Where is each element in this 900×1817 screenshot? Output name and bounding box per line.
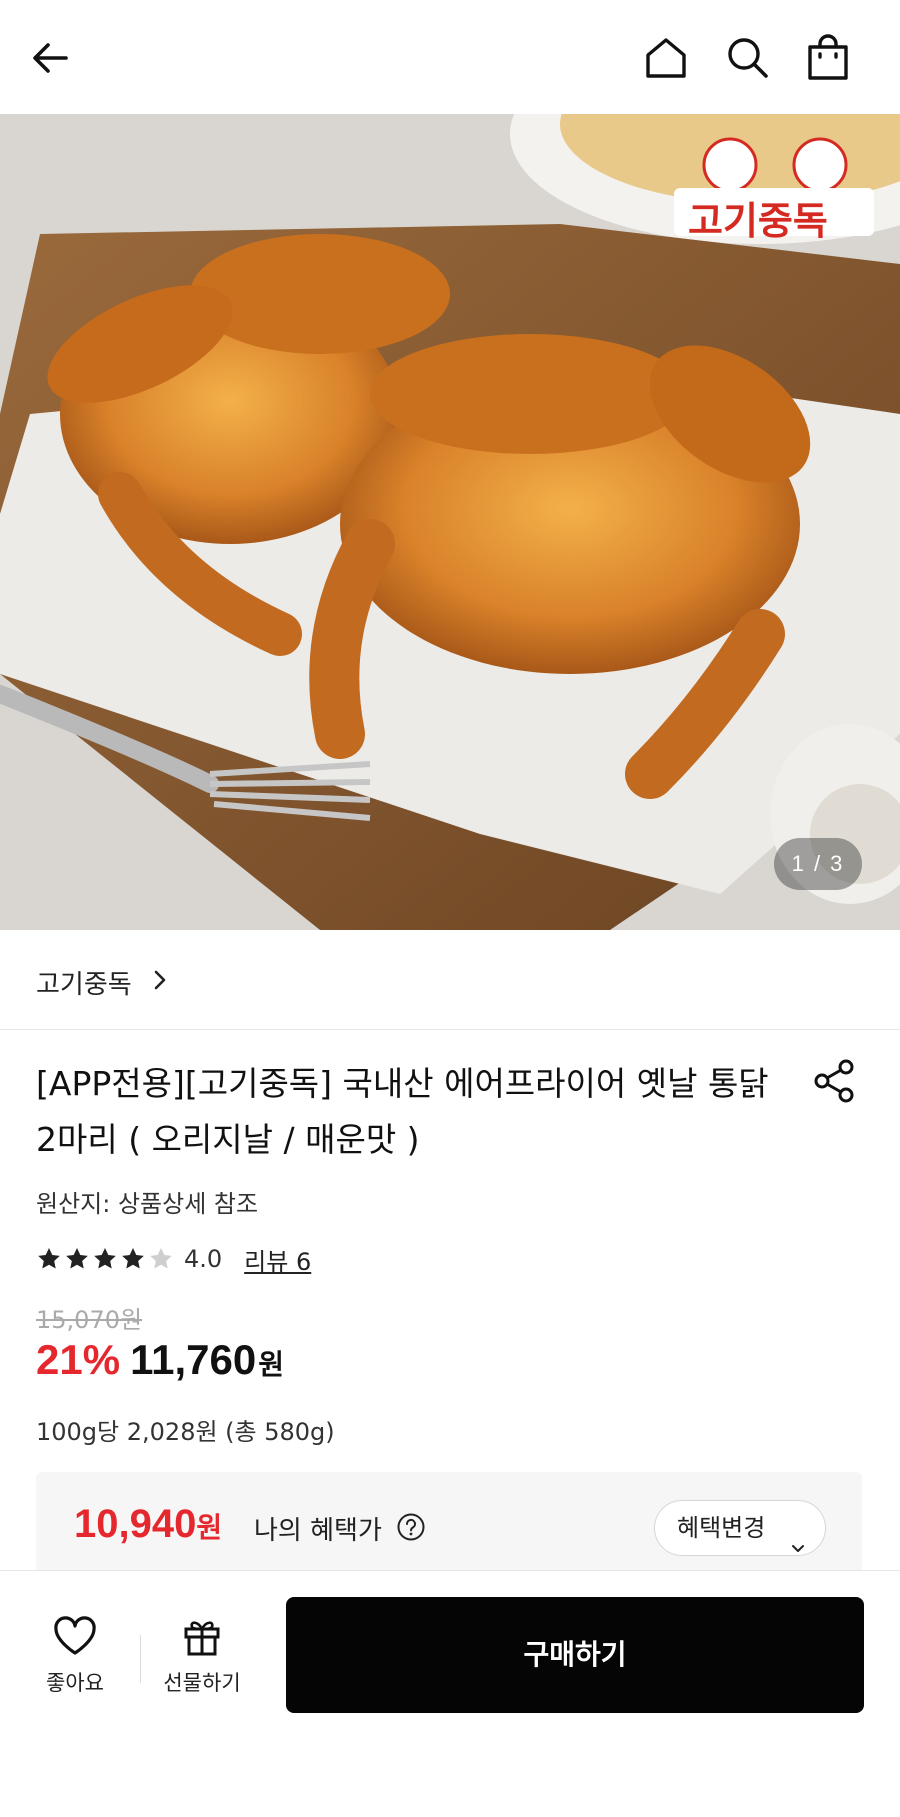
gift-icon bbox=[182, 1621, 222, 1661]
origin-info: 원산지: 상품상세 참조 bbox=[36, 1190, 259, 1218]
benefit-price-value: 10,940 bbox=[74, 1502, 197, 1546]
star-filled-icon bbox=[122, 1248, 144, 1269]
price-unit: 원 bbox=[258, 1348, 284, 1381]
brand-logo-text: 고기중독 bbox=[688, 199, 828, 243]
discount-rate: 21% bbox=[36, 1336, 121, 1383]
image-pager: 1 / 3 bbox=[774, 838, 862, 890]
star-filled-icon bbox=[38, 1248, 60, 1269]
price-row: 21% 11,760 원 bbox=[36, 1336, 284, 1392]
sale-price: 11,760 bbox=[130, 1336, 257, 1383]
like-label: 좋아요 bbox=[46, 1671, 104, 1695]
buy-button[interactable]: 구매하기 bbox=[286, 1597, 864, 1713]
shopping-bag-icon[interactable] bbox=[804, 32, 852, 82]
arrow-left-icon[interactable] bbox=[28, 34, 76, 82]
brand-logo: 고기중독 bbox=[670, 130, 880, 243]
benefit-price-unit: 원 bbox=[196, 1512, 223, 1543]
rating-value: 4.0 bbox=[184, 1245, 223, 1273]
gift-label: 선물하기 bbox=[163, 1671, 241, 1695]
bottom-action-bar: 좋아요 선물하기 구매하기 bbox=[0, 1570, 900, 1817]
question-circle-icon[interactable] bbox=[396, 1512, 426, 1542]
search-icon[interactable] bbox=[724, 34, 772, 82]
change-benefit-label: 혜택변경 bbox=[677, 1514, 766, 1542]
star-filled-icon bbox=[94, 1248, 116, 1269]
benefit-price-box: 10,940원 나의 혜택가 혜택변경 bbox=[36, 1472, 862, 1572]
star-filled-icon bbox=[66, 1248, 88, 1269]
benefit-label: 나의 혜택가 bbox=[254, 1516, 382, 1546]
heart-icon bbox=[52, 1616, 98, 1661]
product-image[interactable]: 고기중독 1 / 3 bbox=[0, 114, 900, 930]
rating-row: 4.0 리뷰 6 bbox=[36, 1242, 311, 1276]
top-nav-bar bbox=[0, 0, 900, 114]
change-benefit-button[interactable]: 혜택변경 bbox=[654, 1500, 826, 1556]
benefit-price: 10,940원 bbox=[74, 1502, 222, 1547]
like-button[interactable]: 좋아요 bbox=[30, 1615, 120, 1715]
brand-name[interactable]: 고기중독 bbox=[36, 964, 132, 1001]
brand-link-row[interactable]: 고기중독 bbox=[0, 930, 900, 1030]
chevron-right-icon bbox=[150, 968, 170, 992]
star-rating bbox=[36, 1246, 174, 1272]
product-title: [APP전용][고기중독] 국내산 에어프라이어 옛날 통닭 2마리 ( 오리지… bbox=[36, 1064, 769, 1159]
divider bbox=[140, 1635, 141, 1683]
original-price: 15,070원 bbox=[36, 1306, 143, 1334]
review-link[interactable]: 리뷰 6 bbox=[244, 1242, 311, 1277]
unit-price: 100g당 2,028원 (총 580g) bbox=[36, 1418, 335, 1446]
star-empty-icon bbox=[150, 1248, 172, 1269]
gift-button[interactable]: 선물하기 bbox=[152, 1615, 252, 1715]
share-icon[interactable] bbox=[812, 1058, 858, 1104]
chevron-down-icon bbox=[791, 1521, 805, 1552]
home-icon[interactable] bbox=[642, 34, 690, 82]
